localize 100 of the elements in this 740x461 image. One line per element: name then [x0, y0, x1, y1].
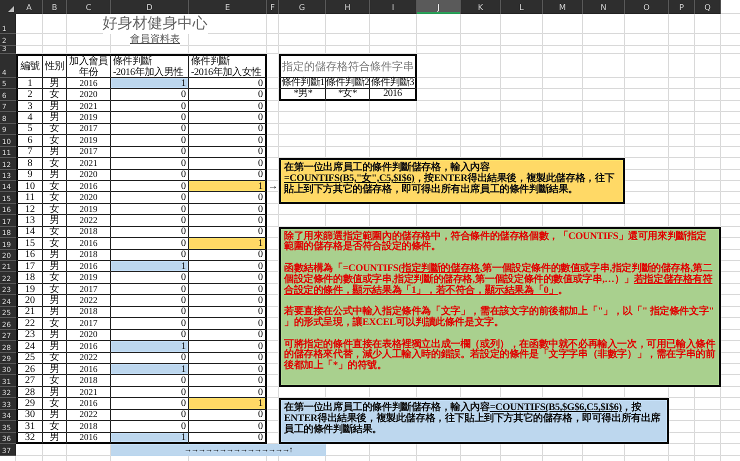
table-cell: 0	[189, 250, 267, 261]
column-header[interactable]: F	[267, 0, 279, 14]
table-cell: 2017	[67, 284, 111, 296]
note-text: 在第一位出席員工的條件判斷儲存格，輸入內容 =COUNTIFS(B5,"女",C5,$I$6)，按ENTER得出結果後，複製此儲存格，往下貼上到下方其它的儲存格，即可得出所有出席員工的條件判斷結果。	[284, 163, 616, 196]
sheet-subtitle: 會員資料表	[130, 34, 180, 46]
table-cell: 男	[43, 364, 67, 376]
table-cell: 0	[111, 410, 189, 422]
table-cell: 0	[111, 124, 189, 136]
table-cell: 2016	[67, 432, 111, 444]
table-cell: 男	[43, 261, 67, 272]
table-cell: 2019	[67, 272, 111, 284]
column-header[interactable]: H	[326, 0, 370, 14]
table-cell: 0	[189, 215, 267, 227]
table-header-cell: 性別	[43, 54, 67, 78]
table-cell: 0	[111, 295, 189, 307]
table-cell: 2018	[67, 375, 111, 387]
table-cell: 2019	[67, 135, 111, 147]
table-cell: 4	[16, 112, 43, 124]
table-cell: 0	[189, 375, 267, 387]
note-text: 可將指定的條件直接在表格裡獨立出成一欄（或列），在函數中就不必再輸入一次，可用已輸入條件的儲存格來代替，減少人工輸入時的錯誤。若設定的條件是「文字字串（非數字）」，需在字串的前後都加上「*」的符號。	[284, 340, 716, 372]
table-cell: 2017	[67, 146, 111, 158]
table-cell: 0	[189, 100, 267, 112]
table-cell: 2021	[67, 386, 111, 398]
table-cell: 2016	[67, 341, 111, 352]
table-cell: 1	[189, 238, 267, 250]
table-cell: 女	[43, 238, 67, 250]
table-cell: 0	[189, 261, 267, 272]
table-cell: 女	[43, 204, 67, 216]
column-header[interactable]: K	[461, 0, 501, 14]
table-cell: 0	[111, 89, 189, 101]
criteria-header: 條件判斷1	[279, 78, 326, 90]
table-cell: 0	[111, 238, 189, 250]
column-header[interactable]: O	[625, 0, 669, 14]
table-cell: 男	[43, 100, 67, 112]
table-cell: 0	[189, 295, 267, 307]
table-cell: 2017	[67, 124, 111, 136]
column-header[interactable]: E	[189, 0, 267, 14]
criteria-cell: 2016	[370, 89, 417, 101]
table-cell: 0	[111, 146, 189, 158]
table-cell: 2018	[67, 306, 111, 318]
column-header[interactable]: A	[16, 0, 43, 14]
table-cell: 0	[111, 204, 189, 216]
table-cell: 2016	[67, 78, 111, 90]
column-header[interactable]: B	[43, 0, 67, 14]
table-cell: 0	[189, 421, 267, 433]
table-cell: 男	[43, 330, 67, 342]
column-header[interactable]: D	[111, 0, 189, 14]
triangle-icon	[8, 6, 14, 12]
table-cell: 1	[111, 341, 189, 352]
table-cell: 0	[111, 192, 189, 204]
table-header-cell: 條件判斷 -2016年加入男性	[111, 54, 189, 78]
table-cell: 24	[16, 341, 43, 352]
table-cell: 男	[43, 250, 67, 261]
table-cell: 1	[111, 432, 189, 444]
column-header[interactable]: P	[669, 0, 695, 14]
table-cell: 9	[16, 170, 43, 181]
table-cell: 0	[189, 135, 267, 147]
table-cell: 2016	[67, 364, 111, 376]
column-header[interactable]: M	[543, 0, 583, 14]
table-cell: 男	[43, 112, 67, 124]
table-cell: 12	[16, 204, 43, 216]
table-cell: 0	[111, 318, 189, 330]
table-cell: 5	[16, 124, 43, 136]
column-header[interactable]: Q	[695, 0, 721, 14]
table-cell: 31	[16, 421, 43, 433]
table-cell: 0	[111, 421, 189, 433]
table-cell: 2020	[67, 330, 111, 342]
table-cell: 0	[111, 352, 189, 364]
column-header[interactable]: J	[417, 0, 461, 14]
criteria-cell: *女*	[326, 89, 370, 101]
table-cell: 0	[111, 226, 189, 238]
table-cell: 0	[111, 375, 189, 387]
note-text: 函數結構為「=COUNTIFS(指定判斷的儲存格,第一個設定條件的數值或字串,指定判斷的儲存格,第二個設定條件的數值或字串,指定判斷的儲存格,第一個設定條件的數值或字串,…）」若指定儲存格有符合設定的條件，顯示結果為「1」，若不符合，顯示結果為「0」。	[284, 264, 714, 296]
table-cell: 0	[189, 192, 267, 204]
table-cell: 0	[111, 272, 189, 284]
table-header-cell: 加入會員年份	[67, 54, 111, 78]
column-header[interactable]: L	[501, 0, 543, 14]
table-cell: 6	[16, 135, 43, 147]
table-cell: 11	[16, 192, 43, 204]
table-header-cell: 編號	[16, 54, 43, 78]
criteria-cell: *男*	[279, 89, 326, 101]
table-cell: 0	[111, 100, 189, 112]
table-cell: 17	[16, 261, 43, 272]
table-cell: 0	[111, 135, 189, 147]
table-cell: 7	[16, 146, 43, 158]
table-cell: 女	[43, 421, 67, 433]
table-cell: 2016	[67, 398, 111, 410]
table-cell: 0	[189, 146, 267, 158]
table-cell: 2019	[67, 112, 111, 124]
table-cell: 1	[111, 261, 189, 272]
column-header[interactable]: N	[583, 0, 625, 14]
table-cell: 0	[189, 352, 267, 364]
column-header[interactable]: I	[370, 0, 417, 14]
table-cell: 女	[43, 124, 67, 136]
column-header[interactable]: G	[279, 0, 326, 14]
table-cell: 0	[189, 272, 267, 284]
table-cell: 2020	[67, 89, 111, 101]
table-cell: 2017	[67, 318, 111, 330]
table-cell: 男	[43, 78, 67, 90]
column-header[interactable]: C	[67, 0, 111, 14]
